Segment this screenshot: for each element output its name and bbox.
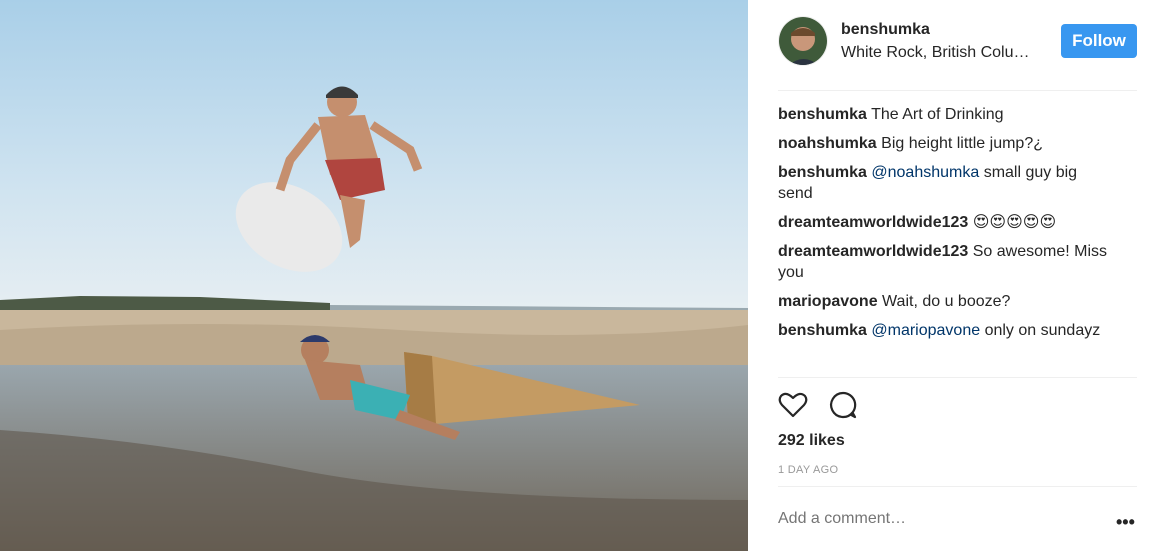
comments-divider (778, 377, 1137, 378)
comment-mention[interactable]: @noahshumka (871, 164, 979, 181)
comment-item: benshumka @mariopavone only on sundayz (778, 320, 1108, 341)
post-actions (778, 390, 898, 420)
post-location[interactable]: White Rock, British Columbia (841, 44, 1041, 62)
post-photo[interactable] (0, 0, 748, 551)
comment-item: benshumka The Art of Drinking (778, 104, 1108, 125)
comment-username[interactable]: dreamteamworldwide123 (778, 214, 968, 231)
comments-list[interactable]: benshumka The Art of Drinking noahshumka… (778, 104, 1108, 376)
post-timestamp: 1 DAY AGO (778, 464, 839, 476)
likes-count[interactable]: 292 likes (778, 432, 845, 450)
comment-text: Big height little jump?¿ (881, 135, 1043, 152)
beach-skimboard-photo (0, 0, 748, 551)
header-divider (778, 90, 1137, 91)
comment-item: noahshumka Big height little jump?¿ (778, 133, 1108, 154)
follow-button[interactable]: Follow (1061, 24, 1137, 58)
comment-text: Wait, do u booze? (882, 293, 1011, 310)
comment-username[interactable]: benshumka (778, 164, 867, 181)
comment-item: benshumka @noahshumka small guy big send (778, 162, 1108, 204)
comment-username[interactable]: dreamteamworldwide123 (778, 243, 968, 260)
comment-username[interactable]: noahshumka (778, 135, 877, 152)
comment-username[interactable]: mariopavone (778, 293, 878, 310)
post-header: benshumka White Rock, British Columbia F… (778, 16, 1137, 74)
post-username[interactable]: benshumka (841, 21, 930, 39)
comment-text: only on sundayz (984, 322, 1101, 339)
comment-item: dreamteamworldwide123 😍😍😍😍😍 (778, 212, 1108, 233)
comment-item: dreamteamworldwide123 So awesome! Miss y… (778, 241, 1108, 283)
more-options-icon[interactable]: ••• (1116, 512, 1135, 533)
footer-divider (778, 486, 1137, 487)
comment-bubble-icon[interactable] (828, 390, 858, 425)
comment-item: mariopavone Wait, do u booze? (778, 291, 1108, 312)
comment-text: 😍😍😍😍😍 (972, 214, 1057, 231)
post-side-panel: benshumka White Rock, British Columbia F… (748, 0, 1149, 551)
heart-icon[interactable] (778, 390, 808, 425)
avatar[interactable] (778, 16, 828, 66)
comment-text: The Art of Drinking (871, 106, 1004, 123)
add-comment-input[interactable] (778, 510, 1078, 528)
comment-username[interactable]: benshumka (778, 106, 867, 123)
profile-picture (779, 17, 827, 65)
comment-username[interactable]: benshumka (778, 322, 867, 339)
comment-mention[interactable]: @mariopavone (871, 322, 980, 339)
